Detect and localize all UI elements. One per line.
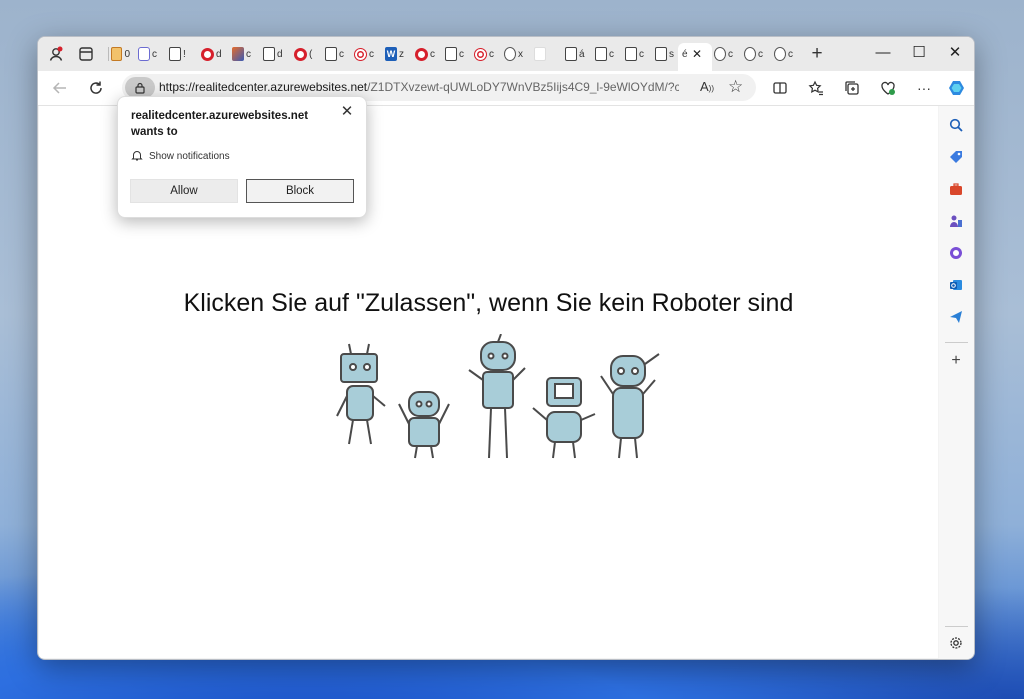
url-text[interactable]: https://realitedcenter.azurewebsites.net… <box>159 80 679 94</box>
opera-icon <box>415 47 428 61</box>
settings-page-icon <box>504 47 516 61</box>
maximize-button[interactable]: ☐ <box>900 41 938 63</box>
gear-icon[interactable] <box>947 634 965 652</box>
blank-page-icon <box>534 47 546 61</box>
page-icon <box>110 47 123 61</box>
send-icon[interactable] <box>947 308 965 326</box>
opera-icon <box>294 47 307 61</box>
tab-item[interactable]: ( <box>294 46 316 62</box>
settings-page-icon <box>744 47 756 61</box>
browser-essentials-icon[interactable] <box>878 78 898 98</box>
tab-item[interactable]: s <box>655 46 677 62</box>
bell-icon <box>131 149 143 164</box>
opera-icon <box>201 47 214 61</box>
page-headline: Klicken Sie auf "Zulassen", wenn Sie kei… <box>183 289 794 317</box>
tab-item[interactable]: c <box>232 46 254 62</box>
tab-item[interactable]: c <box>625 46 647 62</box>
tab-item[interactable]: c <box>474 46 496 62</box>
tab-item[interactable] <box>534 46 556 62</box>
copilot-icon[interactable] <box>947 78 967 98</box>
image-icon <box>232 47 244 61</box>
outlook-icon[interactable] <box>947 276 965 294</box>
tab-item[interactable]: c <box>744 46 766 62</box>
allow-button[interactable]: Allow <box>130 179 238 203</box>
document-icon <box>655 47 667 61</box>
tab-item[interactable]: c <box>595 46 617 62</box>
word-icon: W <box>385 47 397 61</box>
tab-item[interactable]: Wz <box>385 46 407 62</box>
tab-item[interactable]: c <box>325 46 347 62</box>
tab-item[interactable]: d <box>263 46 285 62</box>
document-icon <box>565 47 577 61</box>
copilot-icon[interactable] <box>947 244 965 262</box>
tab-item[interactable]: c <box>774 46 796 62</box>
close-tab-icon[interactable]: ✕ <box>692 47 702 61</box>
permission-label: Show notifications <box>149 151 230 162</box>
toolbox-icon[interactable] <box>947 180 965 198</box>
tab-active[interactable]: é ✕ <box>678 43 712 71</box>
popup-title: realitedcenter.azurewebsites.net wants t… <box>131 110 309 138</box>
site-info-icon[interactable] <box>125 77 155 98</box>
more-menu-icon[interactable]: ··· <box>914 78 934 98</box>
tag-icon[interactable] <box>947 148 965 166</box>
tab-item[interactable]: c <box>138 46 160 62</box>
block-button[interactable]: Block <box>246 179 354 203</box>
tab-item[interactable]: x <box>504 46 526 62</box>
close-icon[interactable]: ✕ <box>338 102 356 120</box>
opera-icon <box>474 47 487 61</box>
tab-item[interactable]: ! <box>169 46 191 62</box>
back-arrow-icon[interactable] <box>50 78 70 98</box>
favorites-icon[interactable] <box>806 78 826 98</box>
edge-sidebar: + <box>939 106 974 659</box>
extension-icon <box>138 47 150 61</box>
robots-illustration <box>336 334 660 459</box>
add-sidebar-app-button[interactable]: + <box>947 352 965 370</box>
document-icon <box>625 47 637 61</box>
document-icon <box>595 47 607 61</box>
tab-strip: 0 c ! d c d ( c c Wz c c c x á c c s é ✕… <box>38 37 974 71</box>
search-icon[interactable] <box>947 116 965 134</box>
document-icon <box>325 47 337 61</box>
document-icon <box>263 47 275 61</box>
document-icon <box>445 47 457 61</box>
document-icon <box>169 47 181 61</box>
tab-item[interactable]: á <box>565 46 587 62</box>
permission-row: Show notifications <box>131 149 230 164</box>
tab-item[interactable]: 0 <box>108 46 130 62</box>
read-aloud-icon[interactable]: A)) <box>700 79 714 94</box>
settings-page-icon <box>774 47 786 61</box>
new-tab-button[interactable]: + <box>809 43 825 64</box>
opera-icon <box>354 47 367 61</box>
settings-page-icon <box>714 47 726 61</box>
tab-actions-icon[interactable] <box>78 46 94 62</box>
close-window-button[interactable]: ✕ <box>936 41 974 63</box>
refresh-icon[interactable] <box>86 78 106 98</box>
notification-permission-popup: realitedcenter.azurewebsites.net wants t… <box>117 96 367 218</box>
tab-item[interactable]: c <box>354 46 376 62</box>
favorite-star-icon[interactable]: ☆ <box>728 77 743 97</box>
collections-icon[interactable] <box>842 78 862 98</box>
tab-item[interactable]: c <box>415 46 437 62</box>
split-screen-icon[interactable] <box>770 78 790 98</box>
games-icon[interactable] <box>947 212 965 230</box>
tab-item[interactable]: c <box>445 46 467 62</box>
profile-icon[interactable] <box>48 46 64 62</box>
tab-item[interactable]: d <box>201 46 223 62</box>
tab-item[interactable]: c <box>714 46 736 62</box>
minimize-button[interactable]: — <box>864 41 902 63</box>
sidebar-divider <box>945 626 968 627</box>
sidebar-divider <box>945 342 968 343</box>
